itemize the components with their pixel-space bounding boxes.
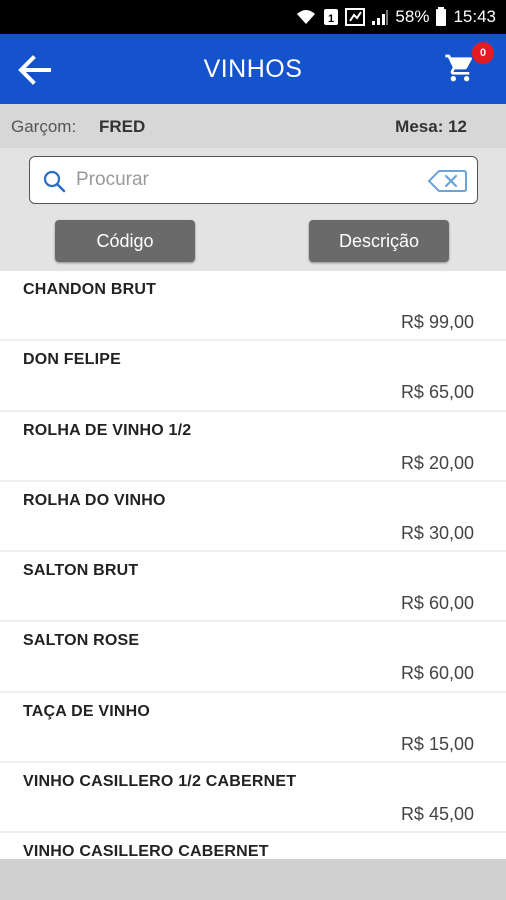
table-number: Mesa: 12 <box>395 117 467 136</box>
item-price: R$ 65,00 <box>400 382 474 403</box>
waiter-label: Garçom: <box>11 117 77 136</box>
battery-icon <box>436 7 447 26</box>
cart-count-badge: 0 <box>472 42 494 64</box>
item-price: R$ 30,00 <box>400 522 474 543</box>
battery-percent: 58% <box>395 7 430 26</box>
search-input[interactable] <box>76 165 416 195</box>
page-title: VINHOS <box>203 54 303 83</box>
search-box <box>29 156 478 204</box>
item-name: SALTON ROSE <box>23 632 140 650</box>
status-bar: 1 58% 15:43 <box>0 0 506 34</box>
bottom-bar <box>0 859 506 900</box>
app-bar: VINHOS 0 <box>0 34 506 104</box>
cart-icon <box>445 54 473 82</box>
list-item[interactable]: DON FELIPE R$ 65,00 <box>0 341 506 412</box>
search-icon <box>43 170 66 193</box>
filter-panel: Garçom: FRED Mesa: 12 Código Descrição <box>0 104 506 271</box>
filter-description-button[interactable]: Descrição <box>309 220 449 262</box>
item-name: DON FELIPE <box>23 351 122 369</box>
list-item[interactable]: CHANDON BRUT R$ 99,00 <box>0 271 506 342</box>
sim-icon: 1 <box>324 9 339 25</box>
item-price: R$ 60,00 <box>400 663 474 684</box>
waiter-name: FRED <box>99 117 146 136</box>
list-item[interactable]: ROLHA DO VINHO R$ 30,00 <box>0 482 506 553</box>
item-name: SALTON BRUT <box>23 562 139 580</box>
mobile-data-icon <box>345 8 366 26</box>
clock: 15:43 <box>453 7 496 26</box>
item-price: R$ 45,00 <box>400 804 474 825</box>
item-name: VINHO CASILLERO 1/2 CABERNET <box>23 773 297 791</box>
list-item[interactable]: TAÇA DE VINHO R$ 15,00 <box>0 693 506 764</box>
item-price: R$ 60,00 <box>400 593 474 614</box>
filter-code-button[interactable]: Código <box>55 220 195 262</box>
item-name: CHANDON BRUT <box>23 281 157 298</box>
sim-badge: 1 <box>328 13 334 25</box>
item-price: R$ 20,00 <box>400 452 474 473</box>
list-item[interactable]: ROLHA DE VINHO 1/2 R$ 20,00 <box>0 412 506 482</box>
product-list: CHANDON BRUT R$ 99,00 DON FELIPE R$ 65,0… <box>0 271 506 859</box>
clear-search-icon[interactable] <box>427 169 467 193</box>
list-item[interactable]: VINHO CASILLERO 1/2 CABERNET R$ 45,00 <box>0 763 506 834</box>
signal-icon <box>372 10 389 25</box>
item-name: ROLHA DO VINHO <box>23 491 166 509</box>
list-item[interactable]: SALTON ROSE R$ 60,00 <box>0 622 506 693</box>
item-name: VINHO CASILLERO CABERNET <box>23 843 269 859</box>
arrow-back-icon <box>18 55 51 85</box>
list-item[interactable]: SALTON BRUT R$ 60,00 <box>0 552 506 623</box>
info-row: Garçom: FRED Mesa: 12 <box>0 104 506 148</box>
item-price: R$ 15,00 <box>400 733 474 754</box>
back-button[interactable] <box>14 50 54 90</box>
item-name: TAÇA DE VINHO <box>23 702 151 720</box>
cart-button[interactable]: 0 <box>444 42 494 88</box>
list-item[interactable]: VINHO CASILLERO CABERNET <box>0 833 506 859</box>
wifi-icon <box>297 10 316 24</box>
item-name: ROLHA DE VINHO 1/2 <box>23 421 192 439</box>
item-price: R$ 99,00 <box>400 312 474 332</box>
